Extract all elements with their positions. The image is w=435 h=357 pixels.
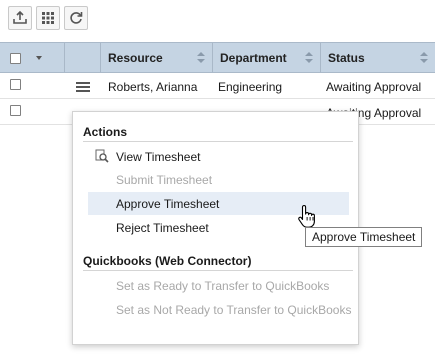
view-timesheet-icon — [95, 149, 109, 163]
sort-icon — [305, 52, 313, 64]
menu-item-label: Set as Not Ready to Transfer to QuickBoo… — [116, 303, 352, 317]
actions-section-title: Actions — [83, 125, 128, 139]
select-all-checkbox[interactable] — [10, 53, 21, 64]
menu-item-label: Submit Timesheet — [116, 173, 213, 187]
menu-item-label: Reject Timesheet — [116, 221, 209, 235]
select-all-header — [0, 43, 65, 73]
hand-cursor-icon — [298, 204, 315, 228]
column-header-resource[interactable]: Resource — [101, 43, 213, 73]
toolbar — [8, 6, 88, 30]
grid-header: Resource Department Status — [0, 42, 435, 73]
cell-department: Engineering — [218, 80, 283, 94]
menu-column-header — [65, 43, 101, 73]
menu-item-ready-to-transfer[interactable]: Set as Ready to Transfer to QuickBooks — [88, 274, 349, 297]
column-label: Department — [220, 51, 287, 65]
column-label: Resource — [108, 51, 163, 65]
menu-item-label: Set as Ready to Transfer to QuickBooks — [116, 279, 330, 293]
menu-item-label: Approve Timesheet — [116, 197, 220, 211]
sort-icon — [197, 52, 205, 64]
column-header-department[interactable]: Department — [213, 43, 321, 73]
menu-item-submit-timesheet[interactable]: Submit Timesheet — [88, 168, 349, 191]
refresh-button[interactable] — [64, 6, 88, 30]
refresh-icon — [70, 12, 83, 24]
section-divider — [83, 141, 353, 142]
export-button[interactable] — [8, 6, 32, 30]
cell-resource: Roberts, Arianna — [108, 80, 198, 94]
column-header-status[interactable]: Status — [321, 43, 435, 73]
select-dropdown-icon[interactable] — [36, 56, 42, 60]
menu-item-not-ready-to-transfer[interactable]: Set as Not Ready to Transfer to QuickBoo… — [88, 298, 352, 321]
row-checkbox[interactable] — [10, 79, 21, 90]
grid-columns-icon — [42, 12, 54, 24]
section-divider — [83, 270, 353, 271]
menu-item-view-timesheet[interactable]: View Timesheet — [88, 145, 349, 168]
column-label: Status — [328, 51, 365, 65]
export-icon — [13, 10, 27, 24]
sort-icon — [420, 52, 428, 64]
row-checkbox[interactable] — [10, 105, 21, 116]
row-menu-icon[interactable] — [76, 82, 90, 92]
cell-status: Awaiting Approval — [326, 80, 422, 94]
columns-button[interactable] — [36, 6, 60, 30]
quickbooks-section-title: Quickbooks (Web Connector) — [83, 254, 252, 268]
table-row[interactable]: Roberts, Arianna Engineering Awaiting Ap… — [0, 73, 435, 99]
tooltip: Approve Timesheet — [305, 227, 423, 247]
menu-item-label: View Timesheet — [116, 150, 201, 164]
